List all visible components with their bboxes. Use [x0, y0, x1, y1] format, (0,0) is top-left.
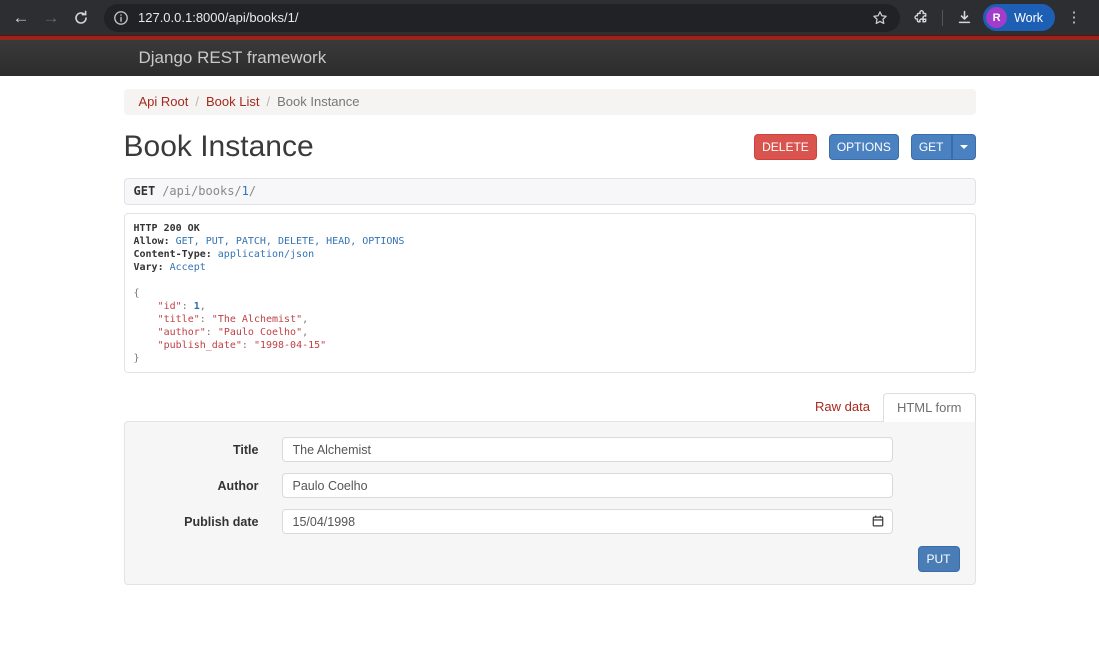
breadcrumb-link-api-root[interactable]: Api Root — [139, 94, 189, 109]
form-row-author: Author — [140, 473, 960, 498]
tab-raw-data[interactable]: Raw data — [802, 393, 883, 421]
action-buttons: DELETE OPTIONS GET — [754, 134, 976, 160]
json-value: "The Alchemist" — [211, 314, 303, 325]
menu-button[interactable]: ⋮ — [1059, 3, 1089, 33]
download-icon — [956, 9, 973, 26]
back-button[interactable]: ← — [6, 3, 36, 33]
request-path-id: 1 — [241, 184, 249, 198]
html-form-panel: Title Author Publish date — [123, 421, 976, 585]
back-icon: ← — [12, 7, 30, 27]
json-open-brace: { — [133, 288, 140, 299]
request-path: /api/books/ — [162, 184, 242, 198]
avatar: R — [986, 7, 1008, 28]
site-info-icon[interactable] — [110, 7, 132, 29]
forward-icon: → — [42, 7, 60, 27]
extensions-puzzle-icon — [913, 9, 930, 26]
caret-down-icon — [959, 145, 968, 149]
breadcrumb-separator: / — [195, 94, 199, 109]
forward-button[interactable]: → — [36, 3, 66, 33]
json-key: "id" — [157, 301, 182, 312]
extensions-button[interactable] — [906, 3, 936, 33]
calendar-icon — [871, 515, 885, 531]
brand-title: Django REST framework — [138, 48, 327, 67]
status-line: HTTP 200 OK — [133, 223, 200, 234]
page-content: Api Root / Book List / Book Instance Book In… — [123, 89, 976, 585]
options-button[interactable]: OPTIONS — [828, 134, 899, 160]
json-line: "author": "Paulo Coelho", — [157, 327, 309, 338]
screen: { "colors": { "accent_stripe": "#9A241B"… — [0, 0, 1099, 645]
json-line: "id": 1, — [157, 301, 206, 312]
json-key: "publish_date" — [157, 340, 242, 351]
kebab-menu-icon: ⋮ — [1066, 8, 1082, 26]
address-bar[interactable]: 127.0.0.1:8000/api/books/1/ — [104, 3, 901, 32]
downloads-button[interactable] — [949, 3, 979, 33]
page-header: Book Instance DELETE OPTIONS GET — [124, 126, 976, 168]
title-label: Title — [233, 442, 259, 457]
profile-chip[interactable]: R Work — [983, 4, 1055, 31]
tab-html-form[interactable]: HTML form — [882, 393, 976, 422]
publish-date-input[interactable] — [281, 509, 893, 534]
get-dropdown-button[interactable] — [951, 134, 976, 160]
breadcrumb-separator: / — [266, 94, 271, 109]
reload-icon — [73, 10, 89, 26]
header-name: Vary: — [133, 262, 164, 273]
title-input[interactable] — [281, 437, 893, 462]
profile-name: Work — [1014, 10, 1043, 25]
request-path-suffix: / — [248, 184, 257, 198]
breadcrumb: Api Root / Book List / Book Instance — [123, 89, 976, 115]
get-button[interactable]: GET — [910, 134, 952, 160]
header-value: Accept — [169, 262, 206, 273]
header-value: application/json — [217, 249, 315, 260]
request-method: GET — [133, 184, 156, 198]
header-value: GET, PUT, PATCH, DELETE, HEAD, OPTIONS — [175, 236, 405, 247]
title-input-wrap — [281, 437, 893, 462]
header-name: Allow: — [133, 236, 170, 247]
author-input-wrap — [281, 473, 893, 498]
date-picker-button[interactable] — [871, 514, 886, 529]
json-key: "author" — [157, 327, 206, 338]
breadcrumb-current: Book Instance — [277, 94, 360, 109]
drf-navbar: Django REST framework — [0, 40, 1099, 76]
form-row-title: Title — [140, 437, 960, 462]
json-value: "Paulo Coelho" — [217, 327, 303, 338]
form-row-publish-date: Publish date — [140, 509, 960, 534]
response-body: HTTP 200 OK Allow: GET, PUT, PATCH, DELET… — [123, 213, 976, 373]
bookmark-star-icon[interactable] — [868, 6, 892, 30]
header-name: Content-Type: — [133, 249, 212, 260]
publish-date-label: Publish date — [184, 514, 259, 529]
reload-button[interactable] — [66, 3, 96, 33]
put-button[interactable]: PUT — [917, 546, 960, 572]
json-key: "title" — [157, 314, 200, 325]
page-title: Book Instance — [123, 130, 314, 163]
json-line: "title": "The Alchemist", — [157, 314, 309, 325]
author-input[interactable] — [281, 473, 893, 498]
author-label: Author — [217, 478, 259, 493]
json-line: "publish_date": "1998-04-15" — [157, 340, 327, 351]
json-close-brace: } — [133, 353, 140, 364]
delete-button[interactable]: DELETE — [754, 134, 817, 160]
json-value: "1998-04-15" — [253, 340, 327, 351]
get-button-group: GET — [910, 134, 976, 160]
browser-toolbar: ← → 127.0.0.1:8000/api/books/1/ R Work ⋮ — [0, 0, 1099, 35]
form-tabs: Raw data HTML form — [124, 393, 976, 422]
request-line: GET/api/books/1/ — [123, 178, 976, 205]
breadcrumb-link-book-list[interactable]: Book List — [206, 94, 259, 109]
form-footer: PUT — [140, 546, 960, 572]
publish-date-input-wrap — [281, 509, 893, 534]
url-text[interactable]: 127.0.0.1:8000/api/books/1/ — [138, 10, 298, 25]
toolbar-separator — [942, 9, 944, 26]
